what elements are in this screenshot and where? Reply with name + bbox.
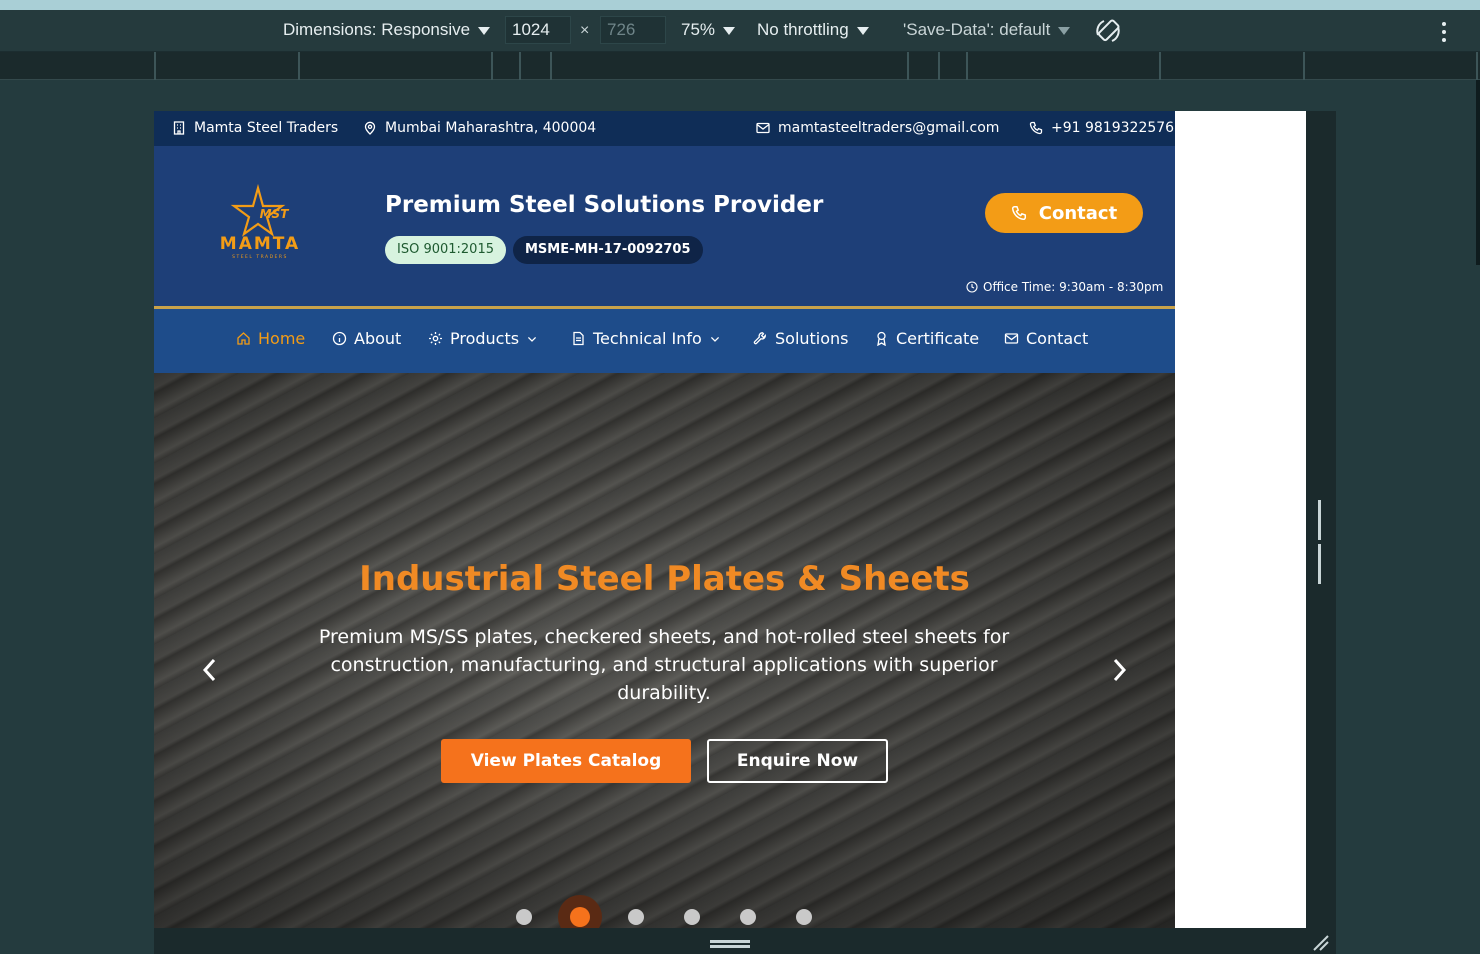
logo-subtitle: STEEL TRADERS <box>232 254 288 260</box>
corner-resize-icon[interactable] <box>1310 934 1332 952</box>
chevron-down-icon <box>1058 26 1071 35</box>
site-header: MST MAMTA STEEL TRADERS Premium Steel So… <box>154 146 1175 309</box>
save-data-label: 'Save-Data': default <box>903 20 1051 39</box>
nav-item-contact[interactable]: Contact <box>1004 329 1088 348</box>
office-time-text: Office Time: 9:30am - 8:30pm <box>983 280 1164 294</box>
slider-dot[interactable] <box>628 909 644 925</box>
phone-icon <box>1011 205 1026 221</box>
nav-label: Contact <box>1026 329 1089 348</box>
company-name: Mamta Steel Traders <box>194 120 339 136</box>
hero-title: Industrial Steel Plates & Sheets <box>359 559 970 599</box>
chevron-down-icon <box>723 26 736 35</box>
phone-icon <box>1029 121 1043 135</box>
main-navigation: Home About Products Technical Info Solut… <box>154 309 1175 373</box>
award-icon <box>877 331 886 346</box>
company-logo[interactable]: MST MAMTA STEEL TRADERS <box>212 184 322 264</box>
topbar-location: Mumbai Maharashtra, 400004 <box>363 120 596 136</box>
topbar-email[interactable]: mamtasteeltraders@gmail.com <box>756 120 999 136</box>
scrollbar-edge <box>1476 80 1480 265</box>
nav-label: About <box>354 329 402 348</box>
width-input[interactable]: 1024 <box>505 16 571 44</box>
nav-label: Certificate <box>896 329 980 348</box>
nav-label: Solutions <box>775 329 849 348</box>
topbar-phone[interactable]: +91 9819322576 <box>1029 120 1174 136</box>
dimensions-dropdown[interactable]: Dimensions: Responsive <box>283 20 491 40</box>
nav-item-about[interactable]: About <box>332 329 401 348</box>
phone-link[interactable]: +91 9819322576 <box>1051 120 1174 136</box>
zoom-dropdown[interactable]: 75% <box>681 20 736 40</box>
mail-icon <box>1004 333 1019 344</box>
contact-button-label: Contact <box>1038 202 1118 224</box>
slider-dot[interactable] <box>796 909 812 925</box>
mail-icon <box>756 122 770 134</box>
resize-handle[interactable] <box>1318 500 1326 584</box>
logo-mst: MST <box>260 207 290 221</box>
website: Mamta Steel Traders Mumbai Maharashtra, … <box>154 111 1175 928</box>
bottom-resize-handle[interactable] <box>710 940 750 948</box>
msme-badge: MSME-MH-17-0092705 <box>513 236 703 264</box>
email-link[interactable]: mamtasteeltraders@gmail.com <box>778 120 999 136</box>
zoom-label: 75% <box>681 20 716 39</box>
nav-label: Home <box>258 329 306 348</box>
slider-dots <box>154 895 1175 928</box>
height-input[interactable]: 726 <box>600 16 666 44</box>
slider-dot[interactable] <box>684 909 700 925</box>
dimensions-label: Dimensions: Responsive <box>283 20 471 39</box>
emulated-viewport: Mamta Steel Traders Mumbai Maharashtra, … <box>154 111 1306 928</box>
header-contact-button[interactable]: Contact <box>985 193 1143 233</box>
topbar-company: Mamta Steel Traders <box>172 120 338 136</box>
nav-label: Products <box>450 329 520 348</box>
chevron-down-icon <box>710 336 719 342</box>
slider-dot[interactable] <box>740 909 756 925</box>
devtools-device-toolbar: Dimensions: Responsive 1024 × 726 75% No… <box>0 10 1480 52</box>
location-text: Mumbai Maharashtra, 400004 <box>385 120 597 136</box>
media-query-ruler <box>0 52 1480 80</box>
office-time: Office Time: 9:30am - 8:30pm <box>966 280 1163 294</box>
chevron-down-icon <box>856 26 869 35</box>
iso-badge: ISO 9001:2015 <box>385 236 506 264</box>
throttling-dropdown[interactable]: No throttling <box>757 20 869 40</box>
nav-item-home[interactable]: Home <box>236 329 305 348</box>
chevron-down-icon <box>528 336 537 342</box>
contact-topbar: Mamta Steel Traders Mumbai Maharashtra, … <box>154 111 1175 146</box>
clock-icon <box>966 281 978 293</box>
view-catalog-button[interactable]: View Plates Catalog <box>441 739 691 783</box>
hero-description: Premium MS/SS plates, checkered sheets, … <box>318 626 1010 704</box>
nav-label: Technical Info <box>593 329 702 348</box>
chevron-down-icon <box>478 26 491 35</box>
hero-slider: Industrial Steel Plates & Sheets Premium… <box>154 373 1175 928</box>
nav-item-technical-info[interactable]: Technical Info <box>571 329 721 348</box>
rotate-icon[interactable] <box>1094 17 1122 45</box>
gear-icon <box>429 332 442 345</box>
wrench-icon <box>753 332 766 345</box>
document-icon <box>573 331 584 346</box>
site-tagline: Premium Steel Solutions Provider <box>385 192 824 218</box>
window-top-strip <box>0 0 1480 10</box>
throttling-label: No throttling <box>757 20 849 39</box>
nav-item-solutions[interactable]: Solutions <box>753 329 849 348</box>
home-icon <box>237 332 250 345</box>
logo-wordmark: MAMTA <box>220 234 300 254</box>
nav-item-products[interactable]: Products <box>428 329 538 348</box>
enquire-now-button[interactable]: Enquire Now <box>707 739 888 783</box>
nav-item-certificate[interactable]: Certificate <box>874 329 979 348</box>
chevron-left-icon[interactable] <box>198 655 222 685</box>
save-data-dropdown[interactable]: 'Save-Data': default <box>903 20 1071 40</box>
info-icon <box>332 331 347 346</box>
more-options-icon[interactable] <box>1436 20 1452 44</box>
chevron-right-icon[interactable] <box>1107 655 1131 685</box>
map-pin-icon <box>364 121 376 135</box>
times-separator: × <box>580 22 590 39</box>
building-icon <box>173 121 185 135</box>
slider-dot[interactable] <box>516 909 532 925</box>
